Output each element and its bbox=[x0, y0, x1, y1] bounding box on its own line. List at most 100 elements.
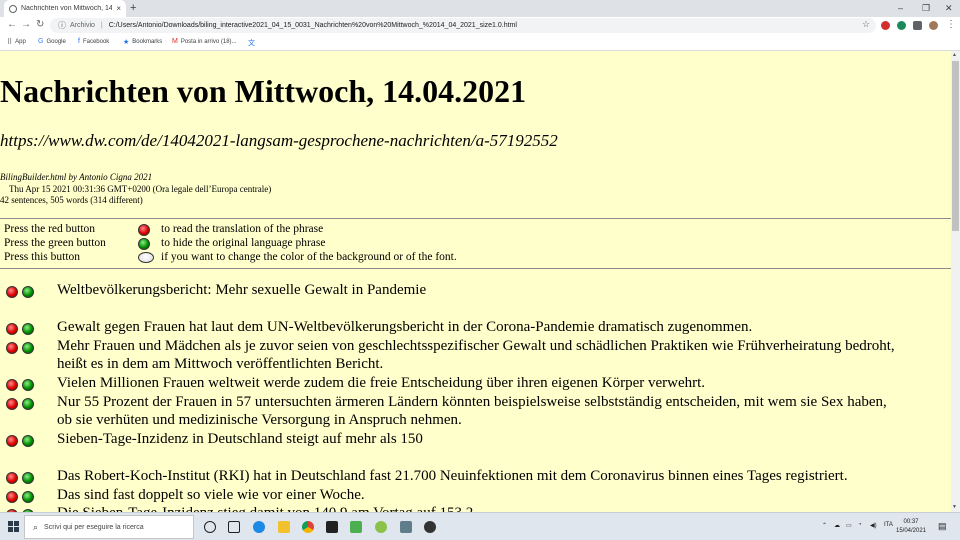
edge-icon[interactable] bbox=[253, 521, 265, 533]
globe-icon bbox=[9, 4, 17, 13]
sentence-text: Die Sieben-Tage-Inzidenz stieg damit von… bbox=[57, 504, 477, 512]
bookmark-apps[interactable]: ⠿ App bbox=[7, 38, 26, 46]
chrome-icon[interactable] bbox=[302, 521, 314, 533]
battery-icon[interactable]: ▭ bbox=[846, 522, 852, 529]
sentence-buttons bbox=[6, 471, 38, 489]
divider bbox=[0, 268, 951, 269]
tab-title: Nachrichten von Mittwoch, 14.04.2 bbox=[21, 5, 113, 12]
hide-green-button[interactable] bbox=[22, 491, 34, 503]
notification-icon[interactable]: ▤ bbox=[938, 521, 947, 532]
browser-tab[interactable]: Nachrichten von Mittwoch, 14.04.2 × bbox=[4, 0, 126, 17]
file-explorer-icon[interactable] bbox=[278, 521, 290, 533]
forward-button[interactable]: → bbox=[21, 19, 31, 30]
instruction-row: Press the red button to read the transla… bbox=[4, 223, 323, 236]
windows-taskbar: ⌕ Scrivi qui per eseguire la ricerca ⌃ ☁… bbox=[0, 512, 960, 540]
volume-icon[interactable]: ◀) bbox=[870, 522, 877, 529]
sentence-buttons bbox=[6, 341, 38, 359]
sentence-text: Das sind fast doppelt so viele wie vor e… bbox=[57, 487, 365, 503]
restore-button[interactable]: ❐ bbox=[922, 3, 930, 14]
new-tab-button[interactable]: + bbox=[130, 2, 136, 14]
sentence-text: Sieben-Tage-Inzidenz in Deutschland stei… bbox=[57, 431, 423, 447]
byline: BilingBuilder.html by Antonio Cigna 2021 bbox=[0, 172, 153, 182]
back-button[interactable]: ← bbox=[7, 19, 17, 30]
hide-green-button[interactable] bbox=[22, 342, 34, 354]
page-meta: BilingBuilder.html by Antonio Cigna 2021… bbox=[0, 172, 271, 207]
menu-kebab-icon[interactable]: ⋮ bbox=[946, 19, 956, 30]
bookmarks-bar: ⠿ App G Google f Facebook ★ Bookmarks M … bbox=[0, 35, 960, 51]
translate-red-button[interactable] bbox=[6, 342, 18, 354]
green-button[interactable] bbox=[138, 238, 150, 253]
address-bar[interactable]: ⓘ Archivio | C:/Users/Antonio/Downloads/… bbox=[50, 18, 876, 33]
extension-red-icon[interactable] bbox=[881, 21, 890, 30]
address-separator: | bbox=[100, 22, 103, 29]
page-scrollbar[interactable]: ▲ ▼ bbox=[951, 51, 960, 512]
network-icon[interactable]: ☁ bbox=[834, 522, 840, 529]
google-icon: G bbox=[38, 38, 44, 45]
hide-green-button[interactable] bbox=[22, 398, 34, 410]
word-counts: 42 sentences, 505 words (314 different) bbox=[0, 195, 143, 205]
instruction-action: to read the translation of the phrase bbox=[161, 223, 324, 235]
red-button[interactable] bbox=[138, 224, 150, 239]
media-icon[interactable] bbox=[424, 521, 436, 533]
translate-red-button[interactable] bbox=[6, 286, 18, 298]
hide-green-button[interactable] bbox=[22, 379, 34, 391]
cortana-icon[interactable] bbox=[204, 521, 216, 533]
translate-red-button[interactable] bbox=[6, 323, 18, 335]
bookmark-google[interactable]: G Google bbox=[38, 38, 66, 45]
task-view-icon[interactable] bbox=[228, 521, 240, 533]
translate-red-button[interactable] bbox=[6, 435, 18, 447]
instruction-action: to hide the original language phrase bbox=[161, 237, 326, 249]
tray-chevron-icon[interactable]: ⌃ bbox=[822, 522, 827, 529]
color-change-button[interactable] bbox=[138, 252, 154, 266]
taskbar-clock[interactable]: 00:37 15/04/2021 bbox=[896, 518, 926, 536]
sentence-buttons bbox=[6, 397, 38, 415]
hide-green-button[interactable] bbox=[22, 435, 34, 447]
sentence-buttons bbox=[6, 490, 38, 508]
tab-close-icon[interactable]: × bbox=[116, 4, 121, 13]
sentence-text: heißt es in dem am Mittwoch veröffentlic… bbox=[57, 356, 384, 372]
wifi-icon[interactable]: ◔ bbox=[858, 522, 862, 528]
terminal-icon[interactable] bbox=[326, 521, 338, 533]
hide-green-button[interactable] bbox=[22, 472, 34, 484]
bookmark-facebook[interactable]: f Facebook bbox=[78, 38, 109, 45]
extensions-puzzle-icon[interactable] bbox=[913, 21, 922, 30]
bookmark-label: App bbox=[15, 39, 26, 45]
sentence-buttons bbox=[6, 434, 38, 452]
translate-red-button[interactable] bbox=[6, 472, 18, 484]
sentence-text: Nur 55 Prozent der Frauen in 57 untersuc… bbox=[57, 394, 887, 410]
bookmark-star-icon[interactable]: ☆ bbox=[862, 19, 870, 30]
app-icon[interactable] bbox=[375, 521, 387, 533]
translate-icon: 文 bbox=[248, 40, 255, 47]
extension-shield-icon[interactable] bbox=[897, 21, 906, 30]
translate-red-button[interactable] bbox=[6, 491, 18, 503]
notepad-plus-icon[interactable] bbox=[350, 521, 362, 533]
sentence-text: Das Robert-Koch-Institut (RKI) hat in De… bbox=[57, 468, 848, 484]
bookmark-gmail[interactable]: M Posta in arrivo (18)... bbox=[172, 38, 237, 45]
bookmark-bookmarks[interactable]: ★ Bookmarks bbox=[123, 38, 162, 46]
generation-date: Thu Apr 15 2021 00:31:36 GMT+0200 (Ora l… bbox=[9, 183, 272, 194]
minimize-button[interactable]: – bbox=[898, 3, 903, 13]
language-indicator[interactable]: ITA bbox=[884, 522, 893, 528]
hide-green-button[interactable] bbox=[22, 286, 34, 298]
profile-avatar[interactable] bbox=[929, 21, 938, 30]
clock-date: 15/04/2021 bbox=[896, 528, 927, 534]
calculator-icon[interactable] bbox=[400, 521, 412, 533]
translate-red-button[interactable] bbox=[6, 379, 18, 391]
divider bbox=[0, 218, 951, 219]
reload-button[interactable]: ↻ bbox=[36, 19, 44, 30]
address-url: C:/Users/Antonio/Downloads/biling_intera… bbox=[108, 22, 517, 29]
sentence-buttons bbox=[6, 285, 38, 303]
windows-start-icon[interactable] bbox=[8, 521, 20, 533]
translate-red-button[interactable] bbox=[6, 398, 18, 410]
search-placeholder: Scrivi qui per eseguire la ricerca bbox=[44, 523, 144, 531]
address-scheme: Archivio bbox=[70, 22, 95, 29]
scroll-down-arrow-icon[interactable]: ▼ bbox=[952, 504, 957, 510]
scrollbar-thumb[interactable] bbox=[952, 61, 959, 231]
scroll-up-arrow-icon[interactable]: ▲ bbox=[952, 52, 957, 58]
bookmark-translate[interactable]: 文 bbox=[248, 38, 258, 48]
sentence-text: ob sie verhüten und medizinische Versorg… bbox=[57, 412, 462, 428]
hide-green-button[interactable] bbox=[22, 323, 34, 335]
taskbar-search-box[interactable]: ⌕ Scrivi qui per eseguire la ricerca bbox=[24, 515, 194, 539]
close-window-button[interactable]: ✕ bbox=[945, 3, 953, 14]
info-icon[interactable]: ⓘ bbox=[58, 20, 66, 31]
